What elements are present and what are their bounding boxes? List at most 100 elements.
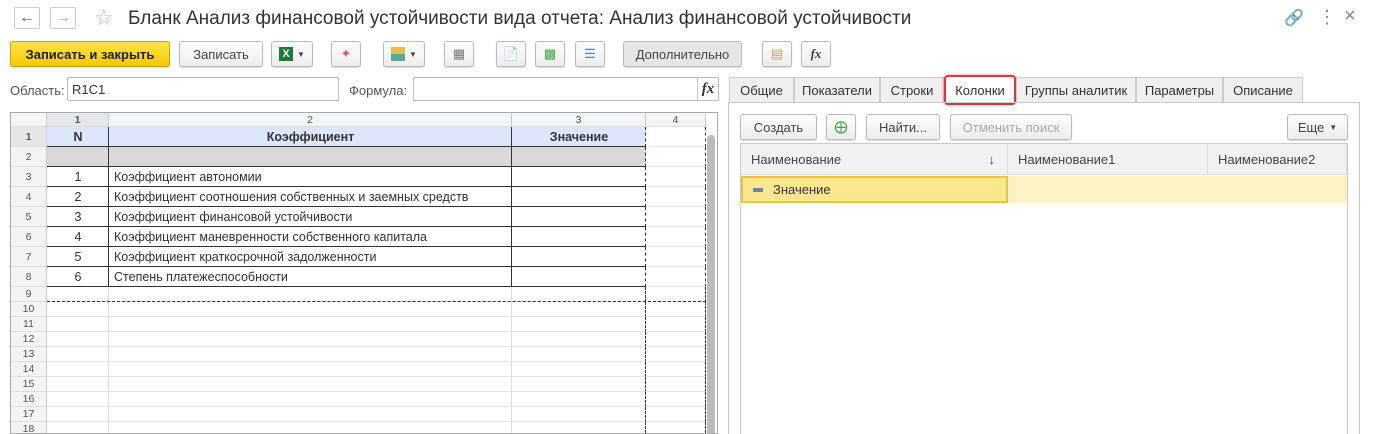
layout-button[interactable]: ▼: [383, 41, 425, 67]
more-button[interactable]: Дополнительно: [623, 41, 742, 67]
grid-cell: [109, 392, 512, 407]
area-input[interactable]: R1C1: [67, 77, 339, 101]
tab-5[interactable]: Параметры: [1136, 77, 1223, 103]
grid-cell: [512, 287, 646, 302]
close-icon[interactable]: ×: [1344, 5, 1356, 28]
more-actions-button[interactable]: Еще ▼: [1287, 114, 1348, 140]
vertical-scrollbar[interactable]: [707, 135, 715, 433]
link-icon[interactable]: 🔗: [1284, 8, 1304, 28]
grid-cell: [646, 332, 706, 347]
grid-cell: [646, 362, 706, 377]
row-number: 2: [11, 147, 47, 167]
column-number: 2: [109, 113, 512, 127]
row-number: 14: [11, 362, 47, 377]
save-and-close-button[interactable]: Записать и закрыть: [10, 41, 170, 67]
spreadsheet[interactable]: 1 2 3 4 1 2 3 4 5 6 7 8 9 10 11 12 13 14 15 16 17 18 N Коэффици…: [10, 112, 718, 434]
table-button[interactable]: ▦: [444, 41, 474, 67]
table-row[interactable]: Значение: [741, 176, 1347, 203]
column-header-name[interactable]: Наименование ↓: [741, 144, 1008, 175]
find-button[interactable]: Найти...: [866, 114, 940, 140]
cancel-search-button[interactable]: Отменить поиск: [950, 114, 1072, 140]
chevron-down-icon: ▼: [1329, 122, 1338, 132]
table-icon: ▦: [452, 46, 466, 61]
coefficient-name: Коэффициент маневренности собственного к…: [114, 230, 427, 244]
grid-cell: [47, 407, 109, 422]
tab-2[interactable]: Строки: [880, 77, 944, 103]
grid-cell: [646, 267, 706, 287]
tab-0[interactable]: Общие: [729, 77, 794, 103]
coefficient-name: Коэффициент автономии: [114, 170, 262, 184]
groups-button[interactable]: ☰: [575, 41, 605, 67]
tab-3[interactable]: Колонки: [944, 75, 1016, 105]
arrow-right-icon: →: [55, 9, 71, 26]
grid-cell: [512, 207, 646, 227]
grid-cell: [47, 362, 109, 377]
fx-icon[interactable]: fx: [697, 78, 718, 100]
tab-1[interactable]: Показатели: [794, 77, 880, 103]
row-number: 7: [11, 247, 47, 267]
layout-icon: [391, 47, 406, 61]
grid-cell: [646, 347, 706, 362]
grid-cell: [646, 127, 706, 147]
grid-cell: [512, 317, 646, 332]
row-number: 11: [11, 317, 47, 332]
coefficient-name: Коэффициент краткосрочной задолженности: [114, 250, 377, 264]
excel-icon: X: [279, 47, 294, 61]
header-n: N: [73, 130, 83, 144]
tab-4[interactable]: Группы аналитик: [1016, 77, 1136, 103]
grid-cell: [109, 422, 512, 433]
star-icon[interactable]: ☆: [94, 5, 114, 31]
grid-cell: [47, 392, 109, 407]
tab-6[interactable]: Описание: [1223, 77, 1303, 103]
row-number: 1: [11, 127, 47, 147]
wand-button[interactable]: ✦: [331, 41, 361, 67]
forward-button[interactable]: →: [50, 7, 76, 29]
row-index: 5: [74, 250, 82, 264]
grid-cell: [512, 362, 646, 377]
grid-cell: [47, 147, 109, 167]
cell-name[interactable]: Значение: [741, 176, 1008, 203]
grid-cell: [646, 422, 706, 433]
grid-cell: [512, 332, 646, 347]
grid-cell: [646, 302, 706, 317]
formula-button[interactable]: fx: [801, 41, 831, 67]
back-button[interactable]: ←: [14, 7, 40, 29]
corner-cell: [11, 113, 47, 127]
column-header-label: Наименование: [751, 151, 842, 167]
note-button[interactable]: ▤: [762, 41, 792, 67]
window-title: Бланк Анализ финансовой устойчивости вид…: [128, 8, 912, 29]
coefficient-name: Степень платежеспособности: [114, 270, 288, 284]
grid-cell: [646, 147, 706, 167]
grid-cell: [109, 317, 512, 332]
grid-cell: [646, 247, 706, 267]
grid-cell: [646, 377, 706, 392]
create-button[interactable]: Создать: [740, 114, 817, 140]
row-number: 16: [11, 392, 47, 407]
properties-button[interactable]: 📄: [496, 41, 526, 67]
formula-label: Формула:: [349, 83, 408, 98]
structure-button[interactable]: ▩: [535, 41, 565, 67]
more-vertical-icon[interactable]: ⋮: [1318, 7, 1336, 28]
grid-cell: [512, 377, 646, 392]
grid-cell: [512, 267, 646, 287]
note-icon: ▤: [770, 46, 784, 61]
grid-cell: [109, 407, 512, 422]
save-button[interactable]: Записать: [179, 41, 263, 67]
column-number: 4: [646, 113, 706, 127]
grid-cell: [47, 422, 109, 433]
magic-wand-icon: ✦: [340, 46, 352, 61]
grid-cell: [646, 227, 706, 247]
add-copy-button[interactable]: ⨁: [826, 114, 856, 140]
column-header-name2[interactable]: Наименование2: [1208, 144, 1347, 175]
list-icon: ☰: [584, 46, 596, 61]
row-number: 18: [11, 422, 47, 433]
grid-cell: [646, 392, 706, 407]
grid-cell: [646, 167, 706, 187]
formula-input[interactable]: [413, 77, 719, 101]
row-number: 10: [11, 302, 47, 317]
row-number: 8: [11, 267, 47, 287]
header-value: Значение: [549, 130, 609, 144]
grid-cell: [646, 407, 706, 422]
excel-button[interactable]: X ▼: [271, 41, 313, 67]
column-header-name1[interactable]: Наименование1: [1008, 144, 1208, 175]
